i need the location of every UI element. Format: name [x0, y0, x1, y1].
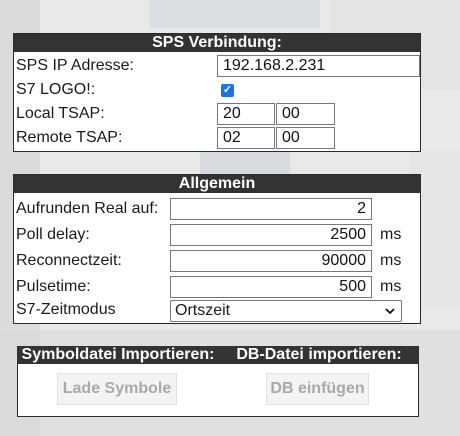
general-settings-panel: Allgemein Aufrunden Real auf: Poll delay…	[13, 174, 421, 324]
remote-tsap-row: Remote TSAP:	[14, 126, 420, 150]
time-mode-row: S7-Zeitmodus Ortszeit	[14, 299, 420, 323]
insert-db-button[interactable]: DB einfügen	[266, 373, 369, 405]
remote-tsap-label: Remote TSAP:	[16, 129, 123, 146]
round-real-input[interactable]	[170, 198, 372, 220]
time-mode-select[interactable]: Ortszeit	[170, 300, 402, 322]
poll-delay-unit: ms	[380, 226, 402, 243]
pulsetime-unit: ms	[380, 278, 402, 295]
symbol-import-title: Symboldatei Importieren:	[17, 346, 219, 364]
pulsetime-input[interactable]	[170, 276, 372, 298]
reconnect-label: Reconnectzeit:	[16, 252, 122, 269]
local-tsap-label: Local TSAP:	[16, 105, 105, 122]
s7-logo-row: S7 LOGO!: ✓	[14, 78, 420, 102]
remote-tsap-input-2[interactable]	[276, 127, 335, 149]
sps-ip-input[interactable]	[217, 55, 420, 77]
pulsetime-label: Pulsetime:	[16, 278, 91, 295]
db-import-title: DB-Datei importieren:	[219, 346, 419, 364]
s7-logo-label: S7 LOGO!:	[16, 81, 96, 98]
general-settings-title: Allgemein	[14, 175, 420, 193]
time-mode-value: Ortszeit	[175, 302, 231, 319]
import-panel: Lade Symbole DB einfügen	[17, 364, 419, 417]
local-tsap-row: Local TSAP:	[14, 102, 420, 126]
reconnect-row: Reconnectzeit: ms	[14, 249, 420, 273]
load-symbols-button[interactable]: Lade Symbole	[57, 373, 177, 405]
local-tsap-input-1[interactable]	[217, 103, 275, 125]
round-real-label: Aufrunden Real auf:	[16, 200, 159, 217]
round-real-row: Aufrunden Real auf:	[14, 197, 420, 221]
s7-logo-checkbox[interactable]: ✓	[221, 84, 234, 97]
local-tsap-input-2[interactable]	[276, 103, 335, 125]
poll-delay-label: Poll delay:	[16, 226, 90, 243]
sps-ip-row: SPS IP Adresse:	[14, 54, 420, 78]
poll-delay-row: Poll delay: ms	[14, 223, 420, 247]
chevron-down-icon	[384, 303, 396, 323]
reconnect-unit: ms	[380, 252, 402, 269]
sps-connection-title: SPS Verbindung:	[14, 34, 420, 52]
time-mode-label: S7-Zeitmodus	[16, 301, 116, 318]
sps-connection-panel: SPS Verbindung: SPS IP Adresse: S7 LOGO!…	[13, 33, 421, 152]
sps-ip-label: SPS IP Adresse:	[16, 57, 134, 74]
pulsetime-row: Pulsetime: ms	[14, 275, 420, 299]
poll-delay-input[interactable]	[170, 224, 372, 246]
remote-tsap-input-1[interactable]	[217, 127, 275, 149]
reconnect-input[interactable]	[170, 250, 372, 272]
